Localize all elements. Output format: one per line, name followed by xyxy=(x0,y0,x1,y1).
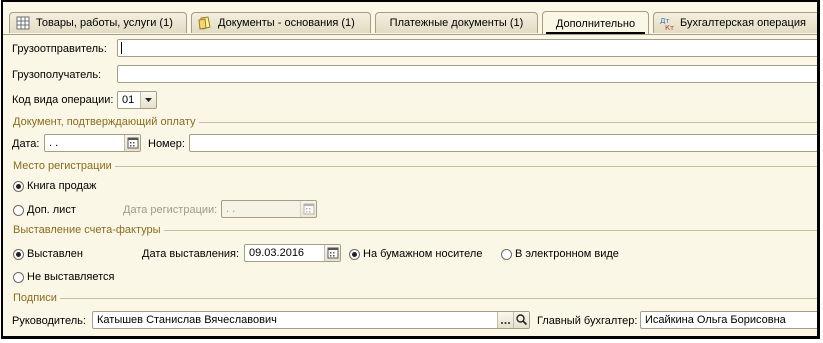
tab-base-documents[interactable]: Документы - основания (1) xyxy=(191,12,371,33)
calendar-button[interactable] xyxy=(300,201,316,217)
reg-date-label: Дата регистрации: xyxy=(123,204,218,216)
tab-divider xyxy=(3,34,817,35)
additional-sheet-label: Доп. лист xyxy=(27,204,76,216)
radio-dot xyxy=(352,252,357,257)
section-title: Документ, подтверждающий оплату xyxy=(13,116,199,128)
shipper-label: Грузоотправитель: xyxy=(12,43,107,55)
text-cursor xyxy=(121,42,122,54)
select-button[interactable] xyxy=(497,312,513,328)
radio-dot xyxy=(16,252,21,257)
payment-date-value: . . xyxy=(49,137,59,149)
head-input[interactable]: Катышев Станислав Вячеславович xyxy=(92,311,530,329)
radio-electronic[interactable] xyxy=(501,249,512,260)
dropdown-button[interactable] xyxy=(140,92,156,108)
op-code-select[interactable]: 01 xyxy=(117,91,157,109)
calendar-button[interactable] xyxy=(124,135,140,151)
document-icon xyxy=(198,16,212,30)
tab-bar: Товары, работы, услуги (1) Документы - о… xyxy=(7,11,817,35)
tab-goods[interactable]: Товары, работы, услуги (1) xyxy=(9,12,187,33)
tab-label: Товары, работы, услуги (1) xyxy=(36,17,173,29)
tab-payment-documents[interactable]: Платежные документы (1) xyxy=(375,12,538,33)
radio-not-issued[interactable] xyxy=(13,272,24,283)
invoice-section: Выставление счета-фактуры xyxy=(13,224,817,236)
top-strip xyxy=(3,2,817,11)
section-title: Подписи xyxy=(13,292,60,304)
issued-label: Выставлен xyxy=(27,248,83,260)
calendar-icon xyxy=(327,247,339,259)
table-icon xyxy=(16,16,30,30)
calendar-button[interactable] xyxy=(324,245,340,261)
consignee-input[interactable] xyxy=(117,65,817,83)
search-icon xyxy=(516,314,528,326)
tab-label: Бухгалтерская операция xyxy=(680,17,806,29)
issue-date-input[interactable]: 09.03.2016 xyxy=(244,244,341,262)
form-window: Товары, работы, услуги (1) Документы - о… xyxy=(1,0,820,339)
radio-additional-sheet[interactable] xyxy=(13,205,24,216)
paper-label: На бумажном носителе xyxy=(363,248,483,260)
radio-paper[interactable] xyxy=(349,249,360,260)
reg-date-value: . . xyxy=(226,203,236,215)
payment-date-label: Дата: xyxy=(12,138,40,150)
payment-number-label: Номер: xyxy=(148,138,185,150)
ellipsis-icon xyxy=(501,322,510,324)
section-title: Место регистрации xyxy=(13,160,115,172)
calendar-icon xyxy=(127,137,139,149)
calendar-icon xyxy=(303,203,315,215)
tab-label: Дополнительно xyxy=(555,17,636,30)
payment-doc-section: Документ, подтверждающий оплату xyxy=(13,116,817,128)
electronic-label: В электронном виде xyxy=(515,248,619,260)
tab-accounting-entry[interactable]: Дт Кт Бухгалтерская операция xyxy=(653,12,817,33)
accountant-input[interactable]: Исайкина Ольга Борисовна xyxy=(640,311,817,329)
head-value: Катышев Станислав Вячеславович xyxy=(97,314,277,326)
shipper-input[interactable] xyxy=(117,39,817,57)
radio-sales-book[interactable] xyxy=(13,181,24,192)
not-issued-label: Не выставляется xyxy=(27,271,115,283)
op-code-label: Код вида операции: xyxy=(12,94,114,106)
chevron-down-icon xyxy=(145,98,152,102)
payment-number-input[interactable] xyxy=(189,134,817,152)
reg-date-input[interactable]: . . xyxy=(221,200,317,218)
section-title: Выставление счета-фактуры xyxy=(13,224,164,236)
op-code-value: 01 xyxy=(122,94,135,106)
radio-dot xyxy=(16,184,21,189)
accountant-label: Главный бухгалтер: xyxy=(537,315,638,327)
open-button[interactable] xyxy=(513,312,529,328)
signatures-section: Подписи xyxy=(13,292,817,304)
tab-label: Документы - основания (1) xyxy=(218,17,355,29)
tab-label: Платежные документы (1) xyxy=(389,17,524,29)
sales-book-label: Книга продаж xyxy=(27,180,97,192)
consignee-label: Грузополучатель: xyxy=(12,69,102,81)
accountant-value: Исайкина Ольга Борисовна xyxy=(645,314,786,326)
accounting-entry-icon: Дт Кт xyxy=(660,16,674,32)
head-label: Руководитель: xyxy=(12,315,86,327)
svg-text:Кт: Кт xyxy=(665,24,674,30)
issue-date-label: Дата выставления: xyxy=(142,248,240,260)
issue-date-value: 09.03.2016 xyxy=(249,247,305,259)
radio-issued[interactable] xyxy=(13,249,24,260)
tab-additional[interactable]: Дополнительно xyxy=(542,11,649,35)
section-line xyxy=(13,298,817,299)
registration-section: Место регистрации xyxy=(13,160,817,172)
payment-date-input[interactable]: . . xyxy=(44,134,141,152)
section-line xyxy=(13,166,817,167)
